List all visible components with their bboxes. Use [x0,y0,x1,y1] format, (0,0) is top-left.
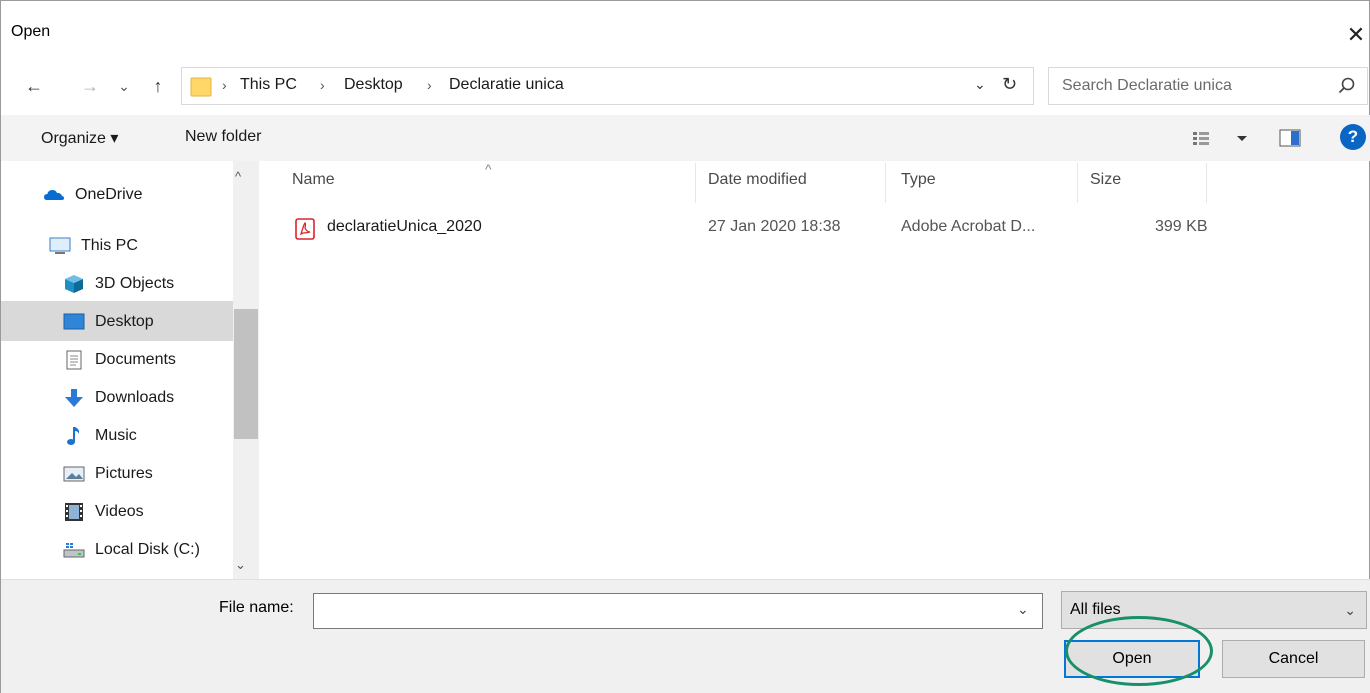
search-input[interactable]: Search Declaratie unica [1062,77,1232,95]
sidebar-item-label: OneDrive [75,186,143,203]
sidebar-item-documents[interactable]: Documents [63,342,176,378]
desktop-icon [63,313,85,330]
sort-ascending-icon: ^ [485,161,492,177]
file-type-value: All files [1070,601,1121,618]
breadcrumb-declaratie-unica[interactable]: Declaratie unica [449,76,564,94]
sidebar-item-label: This PC [81,237,138,254]
monitor-icon [49,237,71,254]
search-box[interactable]: Search Declaratie unica [1048,67,1368,105]
column-divider[interactable] [1077,163,1078,203]
file-type: Adobe Acrobat D... [901,218,1036,235]
breadcrumb-this-pc[interactable]: This PC [240,76,297,94]
sidebar-item-local-disk[interactable]: Local Disk (C:) [63,532,200,568]
pdf-file-icon [295,218,315,240]
picture-icon [63,466,85,482]
file-size: 399 KB [1155,218,1208,235]
sidebar-item-label: 3D Objects [95,275,175,292]
folder-icon [190,77,212,97]
new-folder-button[interactable]: New folder [185,128,261,146]
address-dropdown-icon[interactable]: ⌄ [974,76,986,93]
sidebar-item-label: Pictures [95,465,153,482]
chevron-down-icon: ⌄ [1344,602,1356,618]
file-date-modified: 27 Jan 2020 18:38 [708,218,841,235]
breadcrumb-desktop[interactable]: Desktop [344,76,403,94]
command-bar: Organize ▾ New folder ? [1,115,1370,161]
dialog-title: Open [11,23,51,40]
drive-icon [63,543,85,558]
document-icon [66,350,82,370]
scroll-up-icon[interactable]: ^ [235,169,241,184]
column-header-name[interactable]: Name [292,171,335,189]
sidebar-item-label: Local Disk (C:) [95,541,200,558]
back-arrow-icon[interactable]: ← [19,67,49,105]
sidebar-item-label: Documents [95,351,176,368]
address-bar[interactable]: › This PC › Desktop › Declaratie unica ⌄… [181,67,1034,105]
sidebar-item-music[interactable]: Music [63,418,137,454]
onedrive-cloud-icon [44,190,65,200]
title-bar: Open ✕ [1,1,1370,63]
file-name-label: File name: [219,599,294,616]
forward-arrow-icon[interactable]: → [75,67,105,105]
file-type-select[interactable]: All files ⌄ [1061,591,1367,629]
sidebar-scrollbar-thumb[interactable] [234,309,258,439]
column-header-size[interactable]: Size [1090,171,1121,189]
sidebar-item-pictures[interactable]: Pictures [63,456,153,492]
file-name: declaratieUnica_2020 [327,218,482,235]
sidebar-item-onedrive[interactable]: OneDrive [43,177,143,213]
film-icon [65,503,83,521]
column-divider[interactable] [695,163,696,203]
column-header-type[interactable]: Type [901,171,936,189]
recent-locations-chevron-icon[interactable]: ⌄ [113,67,135,105]
file-name-input[interactable] [313,593,1043,629]
breadcrumb-separator: › [222,77,227,93]
open-file-dialog: Open ✕ ← → ⌄ ↑ › This PC › Desktop › Dec… [0,0,1370,693]
3d-objects-icon [65,275,83,293]
search-icon[interactable] [1337,76,1357,96]
sidebar-item-label: Desktop [95,313,154,330]
sidebar-item-label: Music [95,427,137,444]
help-icon[interactable]: ? [1340,124,1366,150]
organize-menu-button[interactable]: Organize ▾ [41,128,118,148]
refresh-icon[interactable]: ↻ [1002,74,1017,95]
preview-pane-icon[interactable] [1279,128,1301,148]
sidebar-item-videos[interactable]: Videos [63,494,144,530]
open-button[interactable]: Open [1064,640,1200,678]
breadcrumb-separator: › [427,77,432,93]
sidebar-item-this-pc[interactable]: This PC [49,228,138,264]
column-divider[interactable] [885,163,886,203]
sidebar-item-desktop[interactable]: Desktop [63,304,154,340]
sidebar-item-3d-objects[interactable]: 3D Objects [63,266,174,302]
breadcrumb-separator: › [320,77,325,93]
sidebar-item-downloads[interactable]: Downloads [63,380,174,416]
scroll-down-icon[interactable]: ⌄ [235,557,246,573]
sidebar-item-label: Downloads [95,389,175,406]
change-view-icon[interactable] [1191,128,1251,150]
download-arrow-icon [65,389,83,407]
up-arrow-icon[interactable]: ↑ [143,67,173,105]
music-note-icon [67,427,80,445]
column-divider[interactable] [1206,163,1207,203]
column-header-date-modified[interactable]: Date modified [708,171,807,189]
file-name-dropdown-icon[interactable]: ⌄ [1017,601,1029,618]
close-icon[interactable]: ✕ [1341,15,1370,55]
sidebar-item-label: Videos [95,503,144,520]
cancel-button[interactable]: Cancel [1222,640,1365,678]
